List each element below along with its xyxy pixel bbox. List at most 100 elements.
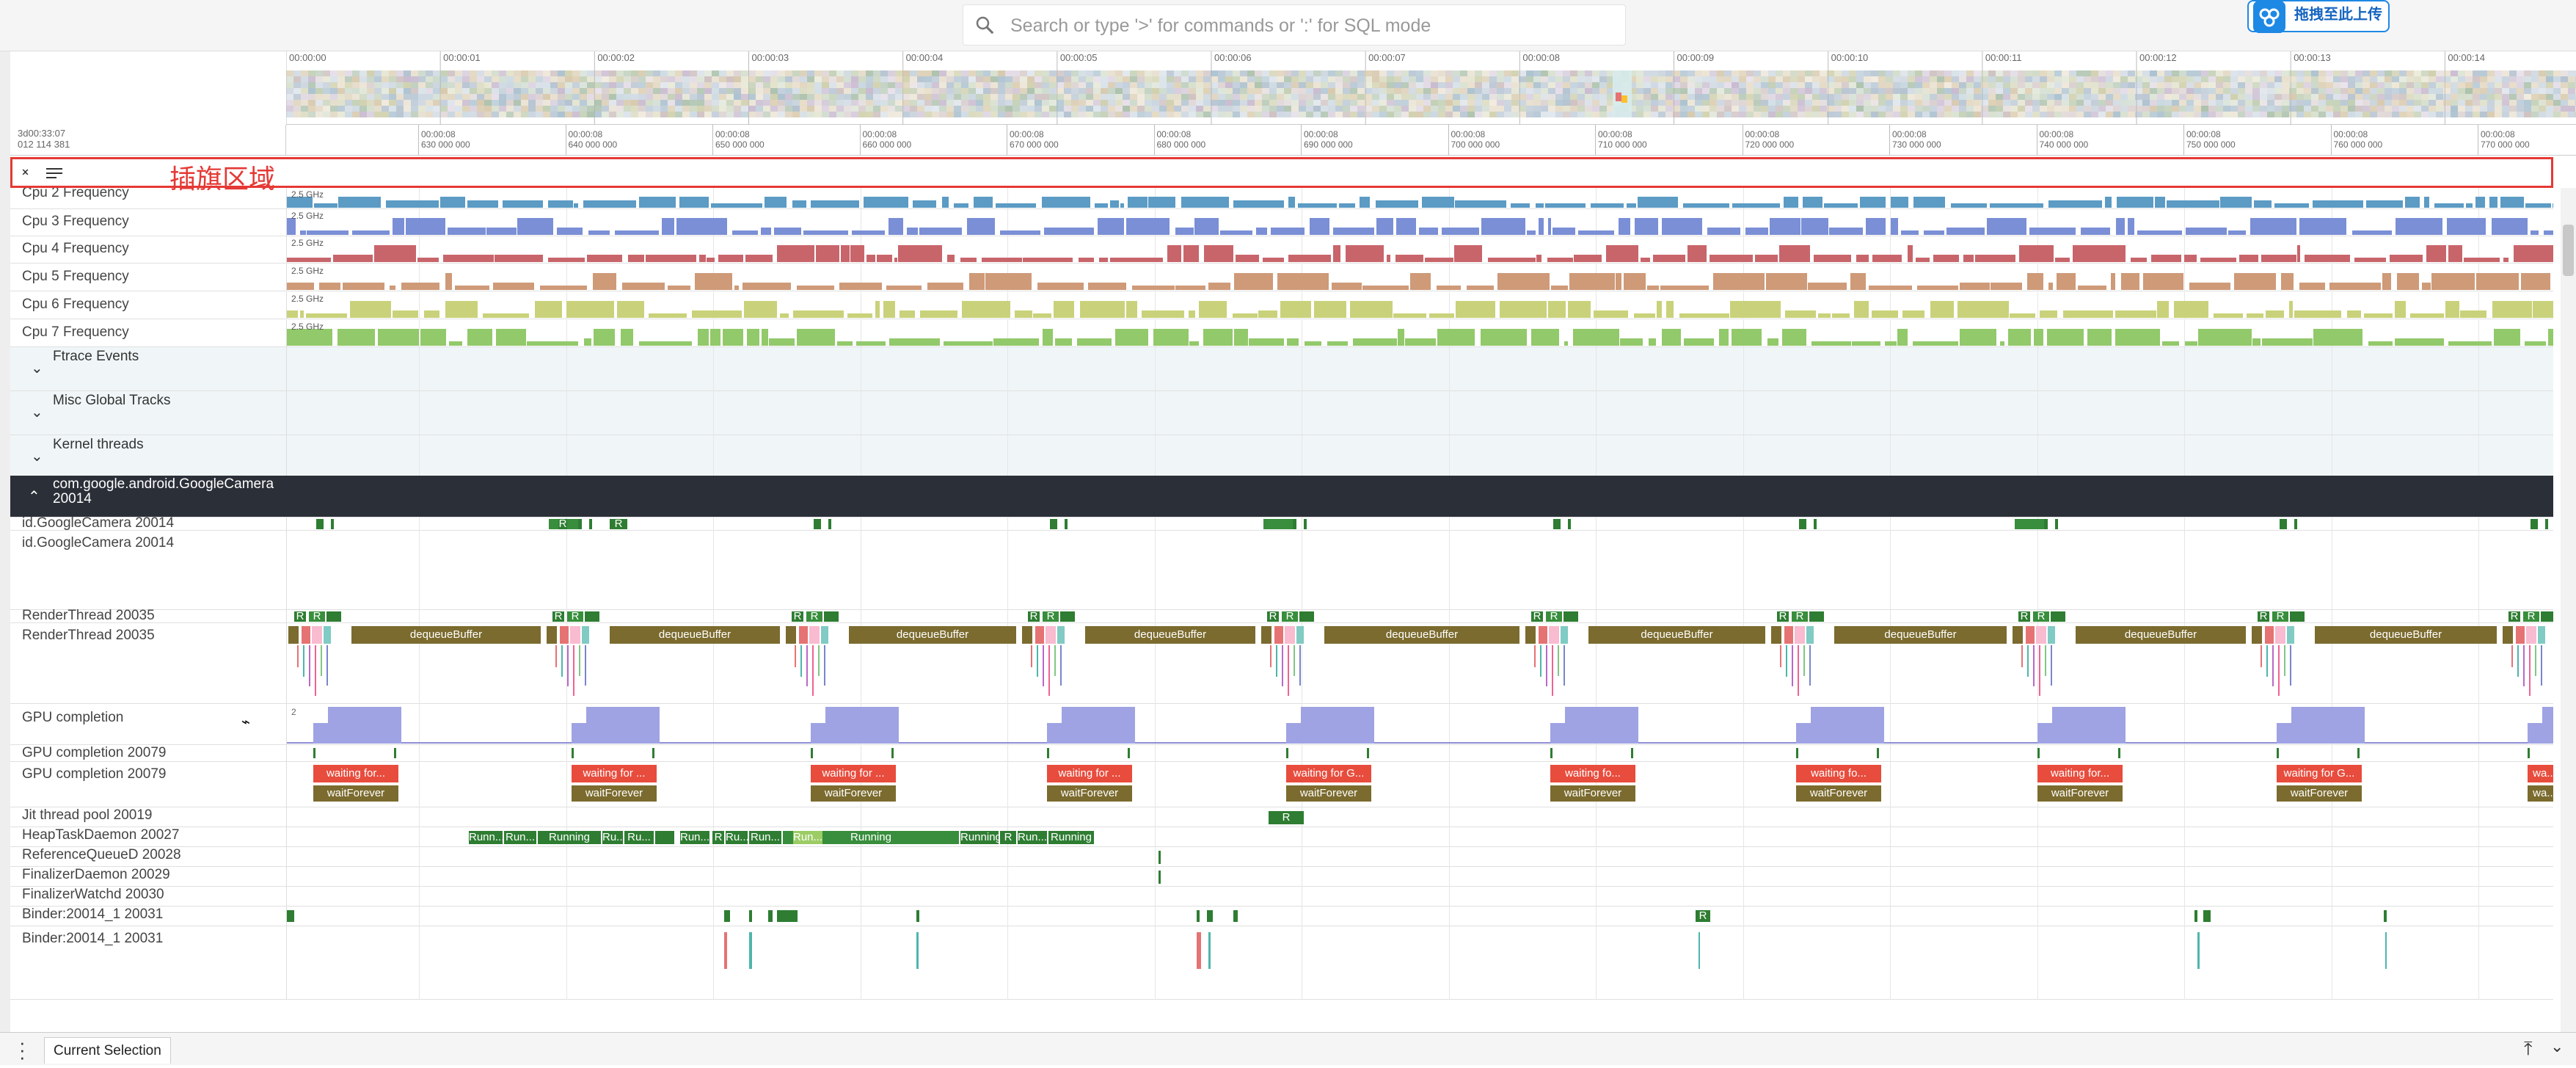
state-slice[interactable]: [1263, 519, 1293, 529]
dequeue-buffer-slice[interactable]: dequeueBuffer: [2315, 626, 2497, 644]
cpu-freq-bar[interactable]: [2460, 310, 2486, 318]
track-area[interactable]: waiting for... waitForever waiting for ...…: [286, 762, 2553, 807]
track-area[interactable]: [286, 867, 2553, 887]
cpu-freq-bar[interactable]: [1627, 203, 1636, 208]
cpu-freq-bar[interactable]: [2447, 218, 2486, 235]
cpu-freq-bar[interactable]: [1829, 228, 1863, 235]
cpu-freq-bar[interactable]: [2266, 310, 2284, 318]
chevron-down-icon[interactable]: ⌄: [31, 403, 43, 421]
cpu-freq-bar[interactable]: [1852, 341, 1880, 346]
cpu-freq-bar[interactable]: [1419, 228, 1438, 235]
waiting-slice[interactable]: waiting for ...: [572, 765, 657, 782]
cpu-freq-bar[interactable]: [1054, 301, 1074, 318]
cpu-freq-bar[interactable]: [1277, 273, 1329, 290]
cpu-freq-bar[interactable]: [1707, 228, 1740, 235]
track-area[interactable]: 2.5 GHz: [286, 264, 2553, 291]
cpu-freq-bar[interactable]: [1497, 273, 1550, 290]
cpu-freq-bar[interactable]: [1095, 203, 1108, 208]
cpu-freq-bar[interactable]: [1454, 245, 1482, 262]
counter-step[interactable]: [1550, 723, 1565, 744]
cpu-freq-bar[interactable]: [1897, 329, 1908, 346]
render-slice[interactable]: [1806, 626, 1814, 644]
cpu-freq-bar[interactable]: [548, 200, 573, 208]
state-slice[interactable]: [1197, 910, 1200, 922]
cpu-freq-bar[interactable]: [898, 245, 942, 262]
cpu-freq-bar[interactable]: [574, 203, 578, 208]
cpu-freq-track-5[interactable]: Cpu 5 Frequency 2.5 GHz: [10, 264, 2553, 291]
thread-binder-1[interactable]: Binder:20014_1 20031 R: [10, 907, 2553, 926]
counter-step[interactable]: [1796, 723, 1811, 744]
search-input[interactable]: [1010, 11, 1612, 40]
group-ftrace-events[interactable]: Ftrace Events ⌄: [10, 347, 2553, 391]
cpu-freq-bar[interactable]: [1208, 283, 1230, 290]
cpu-freq-bar[interactable]: [1548, 218, 1551, 235]
cpu-freq-bar[interactable]: [2366, 200, 2403, 208]
cpu-freq-bar[interactable]: [1043, 329, 1053, 346]
state-slice[interactable]: [2051, 611, 2065, 622]
cpu-freq-bar[interactable]: [837, 341, 853, 346]
state-slice[interactable]: [2531, 519, 2538, 529]
cpu-freq-bar[interactable]: [378, 329, 419, 346]
cpu-freq-bar[interactable]: [2055, 258, 2070, 262]
render-sub-slice[interactable]: [1534, 645, 1536, 667]
render-slice[interactable]: [1795, 626, 1805, 644]
state-slice[interactable]: [724, 910, 730, 922]
render-sub-slice[interactable]: [2027, 645, 2029, 677]
dequeue-buffer-slice[interactable]: dequeueBuffer: [1085, 626, 1255, 644]
render-sub-slice[interactable]: [2284, 645, 2285, 676]
counter-step[interactable]: [2037, 723, 2052, 744]
counter-step[interactable]: [811, 723, 825, 744]
track-area[interactable]: [286, 926, 2553, 1000]
cpu-freq-bar[interactable]: [1730, 301, 1781, 318]
cpu-freq-bar[interactable]: [1569, 273, 1615, 290]
track-area[interactable]: RRRRRRRRRRRRRRRRRRRR: [286, 610, 2553, 623]
cpu-freq-bar[interactable]: [2131, 258, 2147, 262]
cpu-freq-bar[interactable]: [745, 255, 773, 262]
state-slice[interactable]: R: [309, 611, 325, 622]
timeline-overview[interactable]: 00:00:00 00:00:01 00:00:02 00:00:03 00:00:04…: [286, 51, 2576, 125]
cpu-freq-bar[interactable]: [440, 197, 465, 208]
cpu-freq-bar[interactable]: [1649, 338, 1656, 346]
track-panel[interactable]: Cpu 2 Frequency 2.5 GHz Cpu 3 Frequency 2.5…: [10, 188, 2553, 1032]
cpu-freq-bar[interactable]: [1856, 255, 1869, 262]
cpu-freq-bar[interactable]: [1924, 230, 1944, 235]
chevron-down-icon[interactable]: ⌄: [31, 447, 43, 465]
cpu-freq-bar[interactable]: [2040, 310, 2057, 318]
cpu-freq-bar[interactable]: [287, 258, 331, 262]
cpu-freq-bar[interactable]: [993, 338, 1039, 346]
cpu-freq-bar[interactable]: [557, 228, 583, 235]
render-sub-slice[interactable]: [2529, 645, 2531, 696]
wait-forever-slice[interactable]: waitForever: [1796, 785, 1881, 802]
cpu-freq-bar[interactable]: [1080, 301, 1125, 318]
render-sub-slice[interactable]: [1798, 645, 1799, 696]
cpu-freq-bar[interactable]: [875, 301, 880, 318]
cpu-freq-bar[interactable]: [1755, 255, 1778, 262]
cpu-freq-bar[interactable]: [1767, 338, 1778, 346]
cpu-freq-bar[interactable]: [967, 218, 995, 235]
cpu-freq-bar[interactable]: [1679, 313, 1729, 318]
cpu-freq-bar[interactable]: [1641, 258, 1650, 262]
render-slice[interactable]: [1549, 626, 1559, 644]
render-slice[interactable]: [2275, 626, 2285, 644]
cpu-freq-bar[interactable]: [615, 230, 659, 235]
state-slice[interactable]: [1286, 748, 1288, 758]
render-sub-slice[interactable]: [2290, 645, 2291, 686]
cpu-freq-bar[interactable]: [707, 258, 715, 262]
cpu-freq-bar[interactable]: [1353, 338, 1397, 346]
cpu-freq-bar[interactable]: [337, 329, 375, 346]
dequeue-buffer-slice[interactable]: dequeueBuffer: [1588, 626, 1765, 644]
cpu-freq-bar[interactable]: [2254, 200, 2272, 208]
cpu-freq-bar[interactable]: [1770, 218, 1800, 235]
group-kernel-threads[interactable]: Kernel threads ⌄: [10, 435, 2553, 479]
render-slice[interactable]: [2503, 626, 2513, 644]
state-slice[interactable]: R: [2272, 611, 2288, 622]
cpu-freq-bar[interactable]: [1902, 310, 1924, 318]
cpu-freq-bar[interactable]: [2008, 329, 2031, 346]
waiting-slice[interactable]: waiting for G...: [1286, 765, 1371, 782]
cpu-freq-bar[interactable]: [406, 218, 445, 235]
cpu-freq-bar[interactable]: [2445, 301, 2459, 318]
render-slice[interactable]: [809, 626, 820, 644]
state-slice[interactable]: [2280, 519, 2287, 529]
state-slice[interactable]: R: [1282, 611, 1298, 622]
thread-gpu-2[interactable]: GPU completion 20079 waiting for... waitFo…: [10, 762, 2553, 807]
